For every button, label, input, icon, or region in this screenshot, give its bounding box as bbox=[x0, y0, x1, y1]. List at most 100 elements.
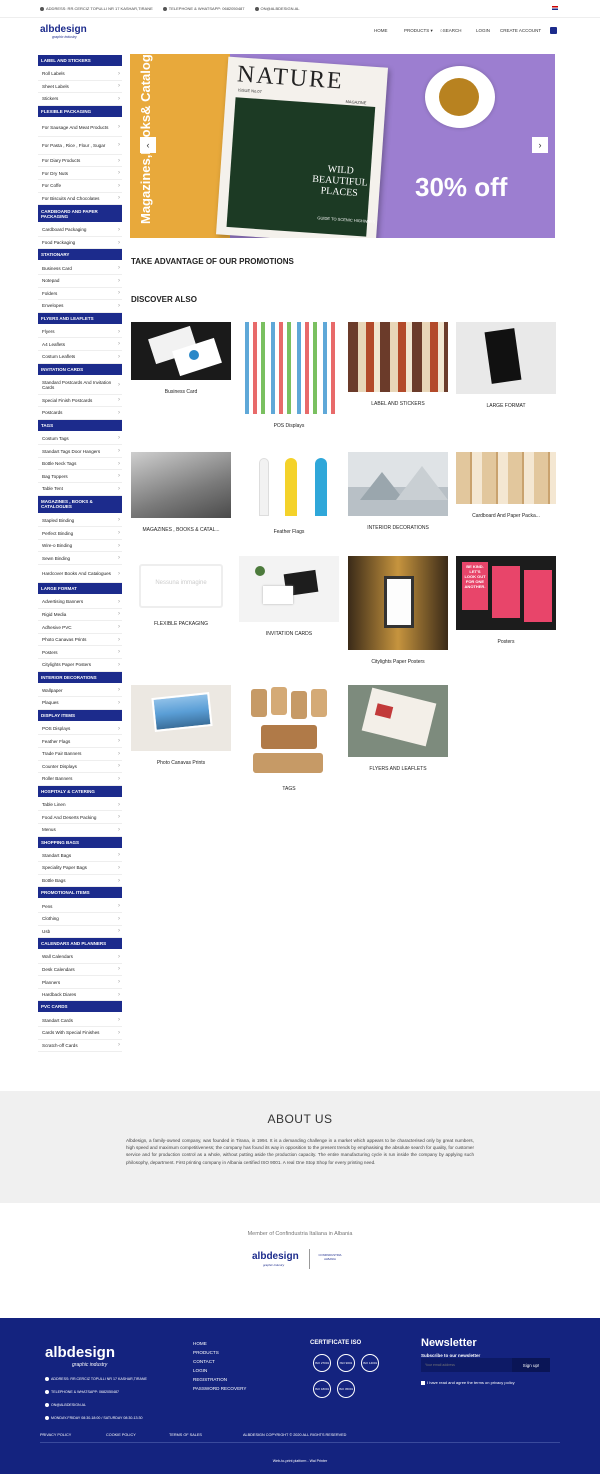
sidebar-item[interactable]: Cards With Special Finishes bbox=[38, 1027, 122, 1040]
cart-icon[interactable] bbox=[550, 27, 557, 34]
sidebar-category-header[interactable]: TAGS bbox=[38, 419, 122, 431]
sidebar-item[interactable]: A4 Leaflets bbox=[38, 338, 122, 351]
sidebar-item[interactable]: Clothing bbox=[38, 913, 122, 926]
footer-link-login[interactable]: LOGIN bbox=[193, 1366, 246, 1375]
sidebar-item[interactable]: Standart Bags bbox=[38, 850, 122, 863]
sidebar-category-header[interactable]: STATIONARY bbox=[38, 249, 122, 261]
cookie-policy-link[interactable]: COOKIE POLICY bbox=[106, 1433, 136, 1437]
privacy-policy-link[interactable]: PRIVACY POLICY bbox=[40, 1433, 71, 1437]
sidebar-item[interactable]: Bottle Neck Tags bbox=[38, 458, 122, 471]
sidebar-item[interactable]: Wall Calendars bbox=[38, 951, 122, 964]
sidebar-item[interactable]: POS Displays bbox=[38, 723, 122, 736]
sidebar-category-header[interactable]: LABEL AND STICKERS bbox=[38, 55, 122, 66]
language-flag-icon[interactable] bbox=[552, 6, 558, 10]
sidebar-category-header[interactable]: FLEXIBLE PACKAGING bbox=[38, 105, 122, 117]
product-card[interactable]: Nessuna immagine FLEXIBLE PACKAGING bbox=[131, 556, 231, 627]
sidebar-item[interactable]: Special Finish Postcards bbox=[38, 395, 122, 408]
sidebar-item[interactable]: Menus bbox=[38, 824, 122, 837]
nav-home[interactable]: HOME bbox=[374, 28, 388, 33]
product-card[interactable]: FLYERS AND LEAFLETS bbox=[348, 685, 448, 772]
sidebar-category-header[interactable]: INVITATION CARDS bbox=[38, 363, 122, 375]
footer-link-password-recovery[interactable]: PASSWORD RECOVERY bbox=[193, 1384, 246, 1393]
product-card[interactable]: Business Card bbox=[131, 322, 231, 395]
sidebar-item[interactable]: Wire-o Binding bbox=[38, 540, 122, 553]
footer-logo[interactable]: albdesign bbox=[45, 1344, 115, 1361]
sidebar-item[interactable]: Citylights Paper Posters bbox=[38, 659, 122, 672]
sidebar-item[interactable]: Costum Leaflets bbox=[38, 351, 122, 364]
terms-of-sales-link[interactable]: TERMS OF SALES bbox=[169, 1433, 202, 1437]
sidebar-item[interactable]: Table Tent bbox=[38, 483, 122, 496]
sidebar-item[interactable]: Pens bbox=[38, 900, 122, 913]
sidebar-category-header[interactable]: SHOPPING BAGS bbox=[38, 836, 122, 848]
sidebar-item[interactable]: Roll Labels bbox=[38, 68, 122, 81]
sidebar-item[interactable]: Scratch-off Cards bbox=[38, 1040, 122, 1053]
sidebar-item[interactable]: Photo Canavas Prints bbox=[38, 634, 122, 647]
sidebar-item[interactable]: Plaques bbox=[38, 697, 122, 710]
sidebar-item[interactable]: Sewn Binding bbox=[38, 552, 122, 566]
product-card[interactable]: MAGAZINES , BOOKS & CATAL... bbox=[131, 452, 231, 533]
sidebar-item[interactable]: Folders bbox=[38, 288, 122, 301]
sidebar-item[interactable]: Bag Toppers bbox=[38, 470, 122, 484]
product-card[interactable]: POS Displays bbox=[239, 322, 339, 429]
sidebar-category-header[interactable]: LARGE FORMAT bbox=[38, 583, 122, 595]
sidebar-category-header[interactable]: DISPLAY ITEMS bbox=[38, 709, 122, 721]
sidebar-item[interactable]: Bottle Bags bbox=[38, 875, 122, 888]
site-logo[interactable]: albdesign bbox=[40, 24, 87, 35]
sidebar-item[interactable]: For Coffe bbox=[38, 180, 122, 193]
sidebar-item[interactable]: Roller Banners bbox=[38, 773, 122, 786]
sidebar-item[interactable]: For Biscuits And Chocolates bbox=[38, 193, 122, 206]
sidebar-item[interactable]: For Sausage And Meat Products bbox=[38, 119, 122, 137]
sidebar-item[interactable]: For Pasta , Rice , Flour , Sugar bbox=[38, 137, 122, 155]
product-card[interactable]: Citylights Paper Posters bbox=[348, 556, 448, 665]
product-card[interactable]: TAGS bbox=[239, 685, 339, 792]
sidebar-item[interactable]: Advertising Banners bbox=[38, 596, 122, 609]
product-card[interactable]: Photo Canavas Prints bbox=[131, 685, 231, 766]
sidebar-item[interactable]: Standard Postcards And Invitation Cards bbox=[38, 377, 122, 395]
sidebar-item[interactable]: Wallpaper bbox=[38, 685, 122, 698]
sidebar-category-header[interactable]: PVC CARDS bbox=[38, 1001, 122, 1013]
sidebar-item[interactable]: Notepad bbox=[38, 275, 122, 288]
sidebar-category-header[interactable]: PROMOTIONAL ITEMS bbox=[38, 887, 122, 899]
nav-login[interactable]: LOGIN bbox=[476, 28, 490, 33]
sidebar-item[interactable]: Postcards bbox=[38, 407, 122, 420]
sidebar-item[interactable]: Counter Displays bbox=[38, 761, 122, 774]
sidebar-category-header[interactable]: FLYERS AND LEAFLETS bbox=[38, 312, 122, 324]
footer-link-registration[interactable]: REGISTRATION bbox=[193, 1375, 246, 1384]
sidebar-item[interactable]: Stickers bbox=[38, 93, 122, 106]
sidebar-category-header[interactable]: HOSPITALY & CATERING bbox=[38, 785, 122, 797]
sidebar-item[interactable]: Trade Fair Banners bbox=[38, 748, 122, 761]
sidebar-item[interactable]: Rigid Media bbox=[38, 609, 122, 622]
sidebar-item[interactable]: Table Linen bbox=[38, 799, 122, 812]
sidebar-item[interactable]: Costum Tags bbox=[38, 433, 122, 446]
sidebar-item[interactable]: Hardback Diares bbox=[38, 989, 122, 1002]
slider-prev-button[interactable]: ‹ bbox=[140, 137, 156, 153]
nav-search[interactable]: ○SEARCH bbox=[440, 28, 461, 33]
product-card[interactable]: INVITATION CARDS bbox=[239, 556, 339, 637]
sidebar-item[interactable]: Food And Deserts Packing bbox=[38, 811, 122, 824]
checkbox-icon[interactable] bbox=[421, 1380, 425, 1385]
sidebar-item[interactable]: Usb bbox=[38, 926, 122, 939]
nav-products[interactable]: PRODUCTS ▾ bbox=[404, 28, 433, 34]
footer-email[interactable]: ON@ALBDESIGN.AL bbox=[45, 1403, 86, 1408]
sidebar-item[interactable]: Feather Flags bbox=[38, 735, 122, 748]
sidebar-item[interactable]: Perfect Binding bbox=[38, 527, 122, 540]
sidebar-item[interactable]: Food Packaging bbox=[38, 237, 122, 250]
sidebar-item[interactable]: Business Card bbox=[38, 262, 122, 275]
sidebar-item[interactable]: Flyers bbox=[38, 326, 122, 339]
phone-info[interactable]: TELEPHONE & WHATSAPP: 0682050487 bbox=[162, 6, 245, 11]
sidebar-item[interactable]: Standart Cards bbox=[38, 1014, 122, 1028]
product-card[interactable]: Cardboard And Paper Packa... bbox=[456, 452, 556, 519]
product-card[interactable]: BE KIND. LET'S LOOK OUT FOR ONE ANOTHER.… bbox=[456, 556, 556, 645]
sidebar-category-header[interactable]: CARDBOARD AND PAPER PACKAGING bbox=[38, 205, 122, 223]
slider-next-button[interactable]: › bbox=[532, 137, 548, 153]
sidebar-item[interactable]: For Dry Nuts bbox=[38, 167, 122, 180]
product-card[interactable]: LARGE FORMAT bbox=[456, 322, 556, 409]
sidebar-item[interactable]: Speciality Paper Bags bbox=[38, 862, 122, 875]
sidebar-item[interactable]: Hardcover Books And Catalogues bbox=[38, 565, 122, 584]
sidebar-item[interactable]: Planners bbox=[38, 976, 122, 989]
sidebar-item[interactable]: Envelopes bbox=[38, 300, 122, 313]
nav-create-account[interactable]: CREATE ACCOUNT bbox=[500, 28, 541, 33]
product-card[interactable]: LABEL AND STICKERS bbox=[348, 322, 448, 407]
sidebar-item[interactable]: Stapled Binding bbox=[38, 515, 122, 528]
sidebar-item[interactable]: Standart Tags Door Hangers bbox=[38, 445, 122, 458]
